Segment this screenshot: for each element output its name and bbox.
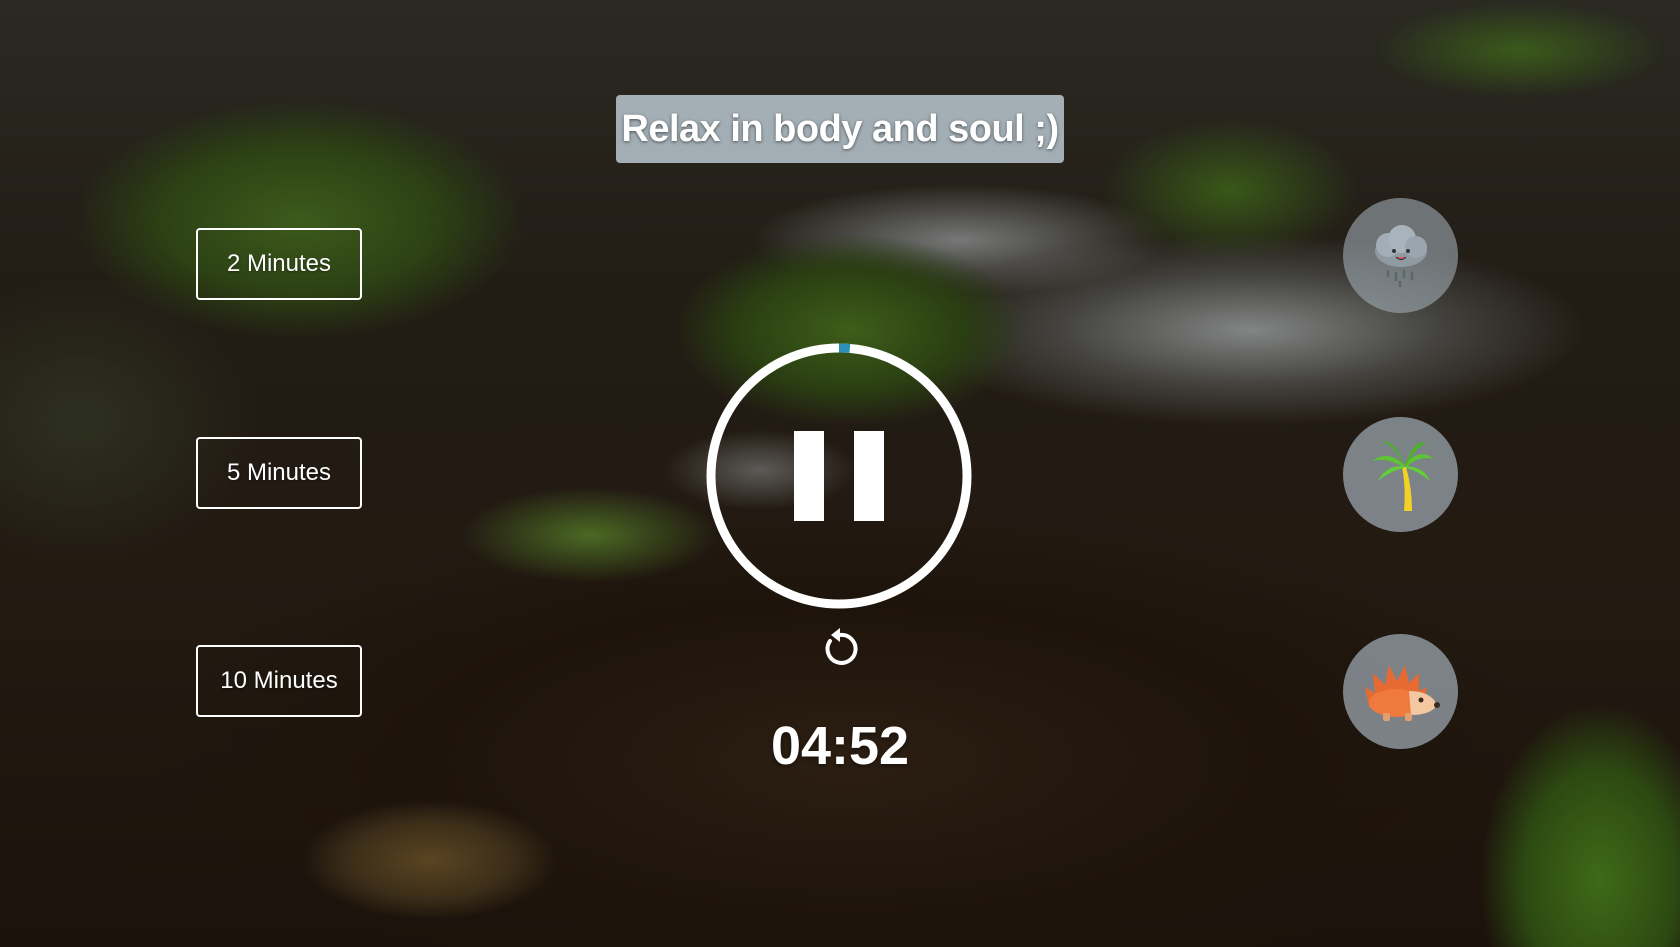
rain-cloud-icon bbox=[1374, 224, 1427, 287]
rain-sound-button[interactable] bbox=[1343, 198, 1458, 313]
duration-2-minutes-button[interactable]: 2 Minutes bbox=[196, 228, 362, 300]
beach-sound-button[interactable] bbox=[1343, 417, 1458, 532]
play-pause-button[interactable] bbox=[704, 341, 974, 611]
hedgehog-icon bbox=[1364, 664, 1440, 721]
title-banner: Relax in body and soul ;) bbox=[616, 95, 1064, 163]
forest-sound-button[interactable] bbox=[1343, 634, 1458, 749]
duration-10-minutes-button[interactable]: 10 Minutes bbox=[196, 645, 362, 717]
background-scene: Relax in body and soul ;) 2 Minutes 5 Mi… bbox=[0, 0, 1680, 947]
countdown-timer: 04:52 bbox=[770, 716, 910, 776]
duration-5-minutes-button[interactable]: 5 Minutes bbox=[196, 437, 362, 509]
page-title: Relax in body and soul ;) bbox=[621, 107, 1059, 150]
palm-tree-icon bbox=[1371, 440, 1434, 511]
pause-bar-left bbox=[794, 431, 824, 521]
reset-button[interactable] bbox=[818, 627, 862, 671]
replay-icon bbox=[825, 628, 858, 665]
pause-icon bbox=[794, 431, 884, 521]
pause-bar-right bbox=[854, 431, 884, 521]
